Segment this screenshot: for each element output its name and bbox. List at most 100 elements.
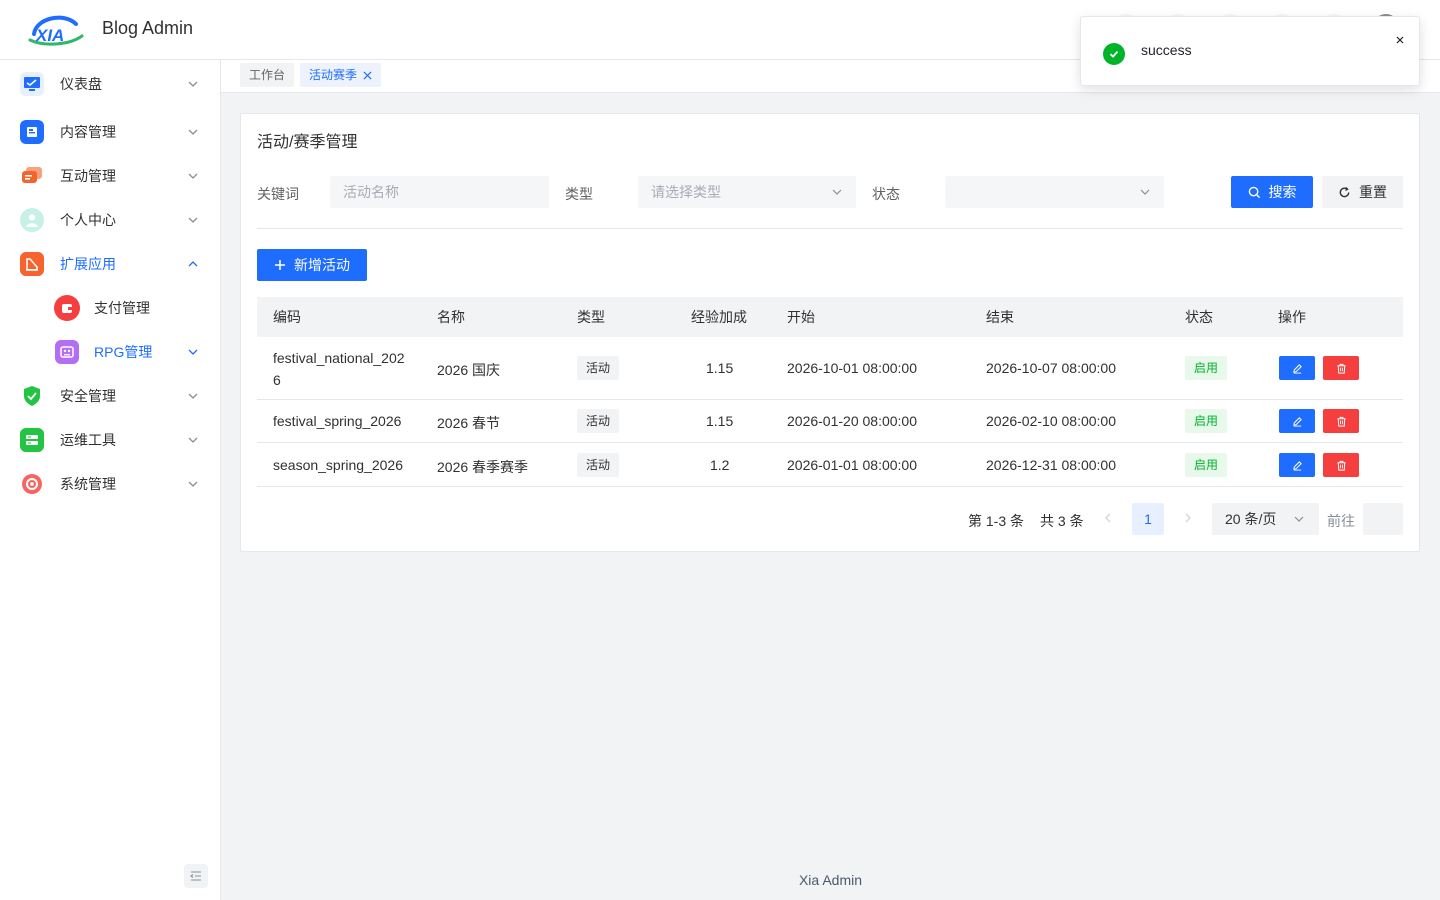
chevron-down-icon [188,81,198,87]
tab-label: 活动赛季 [309,68,358,82]
page-size-select[interactable]: 20 条/页 [1212,503,1319,535]
type-select[interactable]: 请选择类型 [638,176,856,208]
sidebar-item-system[interactable]: 系统管理 [0,462,220,506]
delete-button[interactable] [1323,356,1359,380]
search-icon [1248,186,1260,198]
add-activity-button[interactable]: 新增活动 [257,249,367,281]
add-button-label: 新增活动 [294,257,350,273]
sidebar-item-security[interactable]: 安全管理 [0,374,220,418]
sidebar-item-label: 安全管理 [60,388,116,404]
column-header: 结束 [986,309,1014,325]
next-page-icon[interactable] [1181,511,1195,525]
status-select[interactable] [945,176,1164,208]
column-header: 操作 [1278,309,1306,325]
cell-end: 2026-12-31 08:00:00 [986,457,1116,473]
sidebar-item-ops[interactable]: 运维工具 [0,418,220,462]
status-badge: 启用 [1185,356,1228,380]
ops-icon [20,428,44,452]
prev-page-icon[interactable] [1101,511,1115,525]
pagination-total: 共 3 条 [1040,513,1084,529]
chevron-down-icon [188,349,198,355]
column-header: 经验加成 [691,309,747,325]
trash-icon [1336,363,1346,374]
chevron-down-icon [1140,189,1150,195]
page-title: 活动/赛季管理 [257,134,358,151]
chevron-down-icon [188,173,198,179]
delete-button[interactable] [1323,453,1359,477]
edit-icon [1292,460,1302,471]
sidebar: 仪表盘 内容管理 互动管理 个人中心 扩展应用 支付管理 RPG管理 安全管理 … [0,60,221,900]
tab-workbench[interactable]: 工作台 [240,63,295,87]
chevron-down-icon [188,437,198,443]
close-icon[interactable] [363,70,372,80]
sidebar-item-label: 内容管理 [60,124,116,140]
sidebar-collapse-button[interactable] [184,864,208,888]
status-label: 状态 [872,186,900,202]
page-size-value: 20 条/页 [1225,511,1277,527]
sidebar-item-label: 仪表盘 [60,76,102,92]
column-header: 开始 [787,309,815,325]
edit-button[interactable] [1279,356,1315,380]
type-tag: 活动 [577,453,620,477]
close-icon[interactable] [1393,33,1407,47]
edit-button[interactable] [1279,453,1315,477]
cell-exp-bonus: 1.15 [706,360,734,376]
reset-button-label: 重置 [1359,184,1387,200]
chevron-down-icon [188,217,198,223]
edit-icon [1292,363,1302,374]
chevron-down-icon [188,129,198,135]
plus-icon [275,260,285,270]
content-icon [20,120,44,144]
cell-end: 2026-10-07 08:00:00 [986,360,1116,376]
edit-button[interactable] [1279,409,1315,433]
delete-button[interactable] [1323,409,1359,433]
cell-exp-bonus: 1.2 [710,457,730,473]
sidebar-item-profile[interactable]: 个人中心 [0,198,220,242]
user-icon [20,208,44,232]
rpg-icon [55,340,79,364]
tab-label: 工作台 [249,68,286,82]
system-icon [20,472,44,496]
search-button[interactable]: 搜索 [1231,176,1313,208]
sidebar-item-label: 系统管理 [60,476,116,492]
sidebar-item-interaction[interactable]: 互动管理 [0,154,220,198]
cell-name: 2026 春节 [437,415,501,431]
sidebar-item-label: 运维工具 [60,432,116,448]
filter-divider [257,228,1403,229]
refresh-icon [1339,186,1350,197]
sidebar-item-content[interactable]: 内容管理 [0,110,220,154]
cell-code: festival_spring_2026 [273,413,402,429]
search-button-label: 搜索 [1268,184,1297,200]
type-tag: 活动 [577,409,620,433]
dashboard-icon [20,72,44,96]
sidebar-item-rpg[interactable]: RPG管理 [0,330,220,374]
goto-label: 前往 [1327,513,1355,529]
trash-icon [1336,460,1346,471]
footer: Xia Admin [798,872,863,888]
sidebar-item-extension[interactable]: 扩展应用 [0,242,220,286]
type-label: 类型 [565,186,593,202]
reset-button[interactable]: 重置 [1322,176,1403,208]
status-badge: 启用 [1185,409,1228,433]
sidebar-item-payment[interactable]: 支付管理 [0,286,220,330]
sidebar-item-label: 支付管理 [94,300,150,316]
logo: XIA [28,15,84,46]
sidebar-item-dashboard[interactable]: 仪表盘 [0,62,220,106]
sidebar-item-label: RPG管理 [94,344,153,360]
keyword-placeholder: 活动名称 [343,184,399,200]
type-placeholder: 请选择类型 [651,184,721,200]
toast-message: success [1141,42,1192,58]
cell-start: 2026-10-01 08:00:00 [787,360,917,376]
shield-icon [20,384,44,408]
table-row: season_spring_2026 2026 春季赛季 活动 1.2 2026… [257,443,1403,487]
page-number[interactable]: 1 [1132,503,1164,535]
goto-page-input[interactable] [1363,503,1403,535]
column-header: 编码 [273,309,301,325]
sidebar-item-label: 扩展应用 [60,256,116,272]
keyword-input[interactable]: 活动名称 [330,176,549,208]
success-toast: success [1080,16,1420,86]
tab-activity-season[interactable]: 活动赛季 [300,63,382,87]
chevron-down-icon [1294,516,1304,522]
column-header: 名称 [437,309,465,325]
column-header: 类型 [577,309,605,325]
